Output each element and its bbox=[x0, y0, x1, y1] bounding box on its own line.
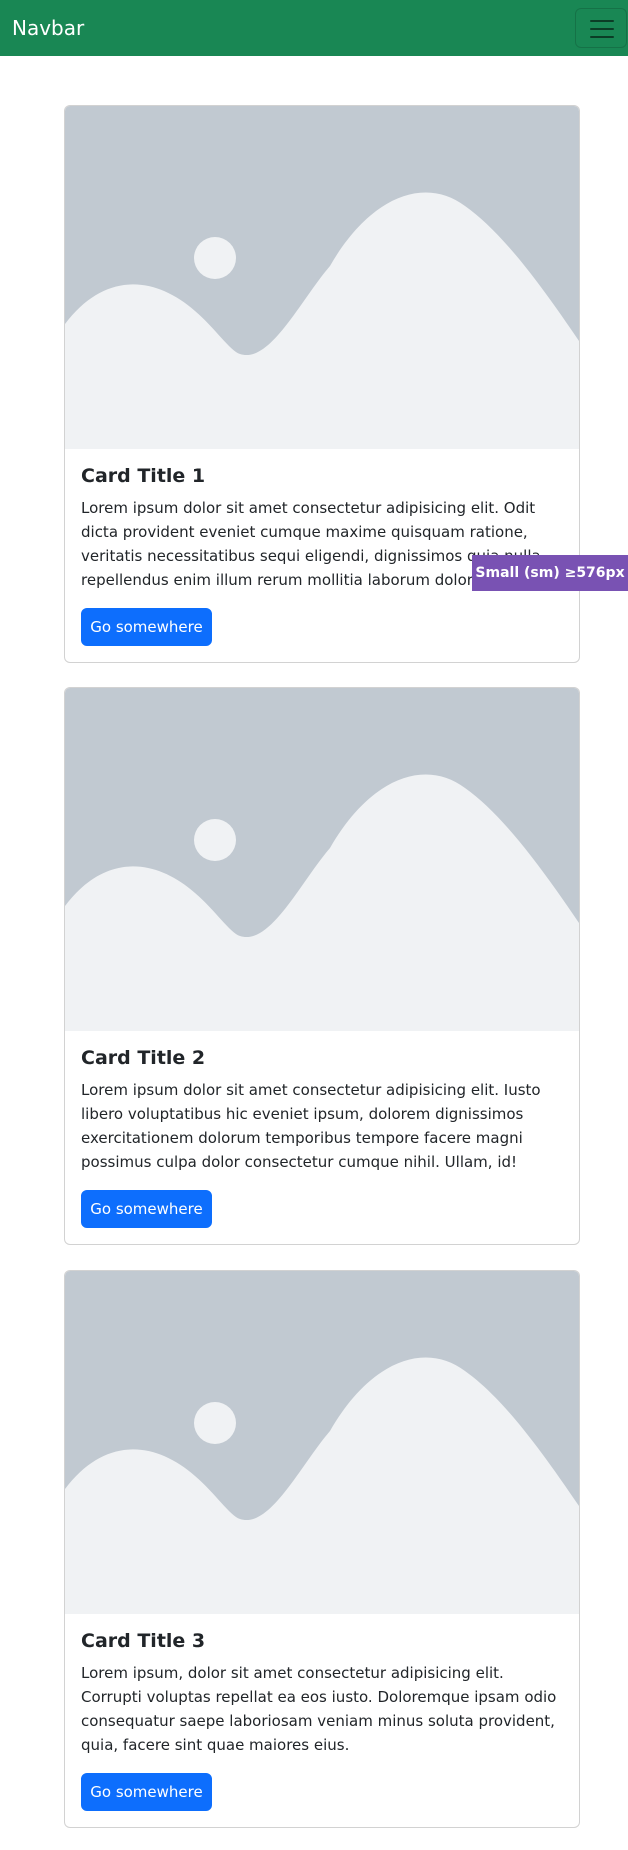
navbar-toggler-button[interactable] bbox=[575, 8, 627, 48]
navbar-brand[interactable]: Navbar bbox=[12, 0, 84, 56]
card-text: Lorem ipsum dolor sit amet consectetur a… bbox=[81, 1081, 541, 1171]
image-placeholder-icon bbox=[65, 106, 579, 449]
hamburger-menu-icon bbox=[590, 20, 614, 38]
navbar: Navbar bbox=[0, 0, 628, 56]
go-somewhere-button[interactable]: Go somewhere bbox=[81, 608, 212, 646]
breakpoint-badge: Small (sm) ≥576px bbox=[472, 555, 628, 591]
card-3: Card Title 3 Lorem ipsum, dolor sit amet… bbox=[64, 1270, 580, 1828]
card-title: Card Title 1 bbox=[81, 465, 206, 487]
card-text: Lorem ipsum, dolor sit amet consectetur … bbox=[81, 1664, 557, 1754]
card-2: Card Title 2 Lorem ipsum dolor sit amet … bbox=[64, 687, 580, 1245]
go-somewhere-button[interactable]: Go somewhere bbox=[81, 1773, 212, 1811]
image-placeholder-icon bbox=[65, 1271, 579, 1614]
image-placeholder-icon bbox=[65, 688, 579, 1031]
card-title: Card Title 2 bbox=[81, 1047, 206, 1069]
card-title: Card Title 3 bbox=[81, 1630, 206, 1652]
go-somewhere-button[interactable]: Go somewhere bbox=[81, 1190, 212, 1228]
